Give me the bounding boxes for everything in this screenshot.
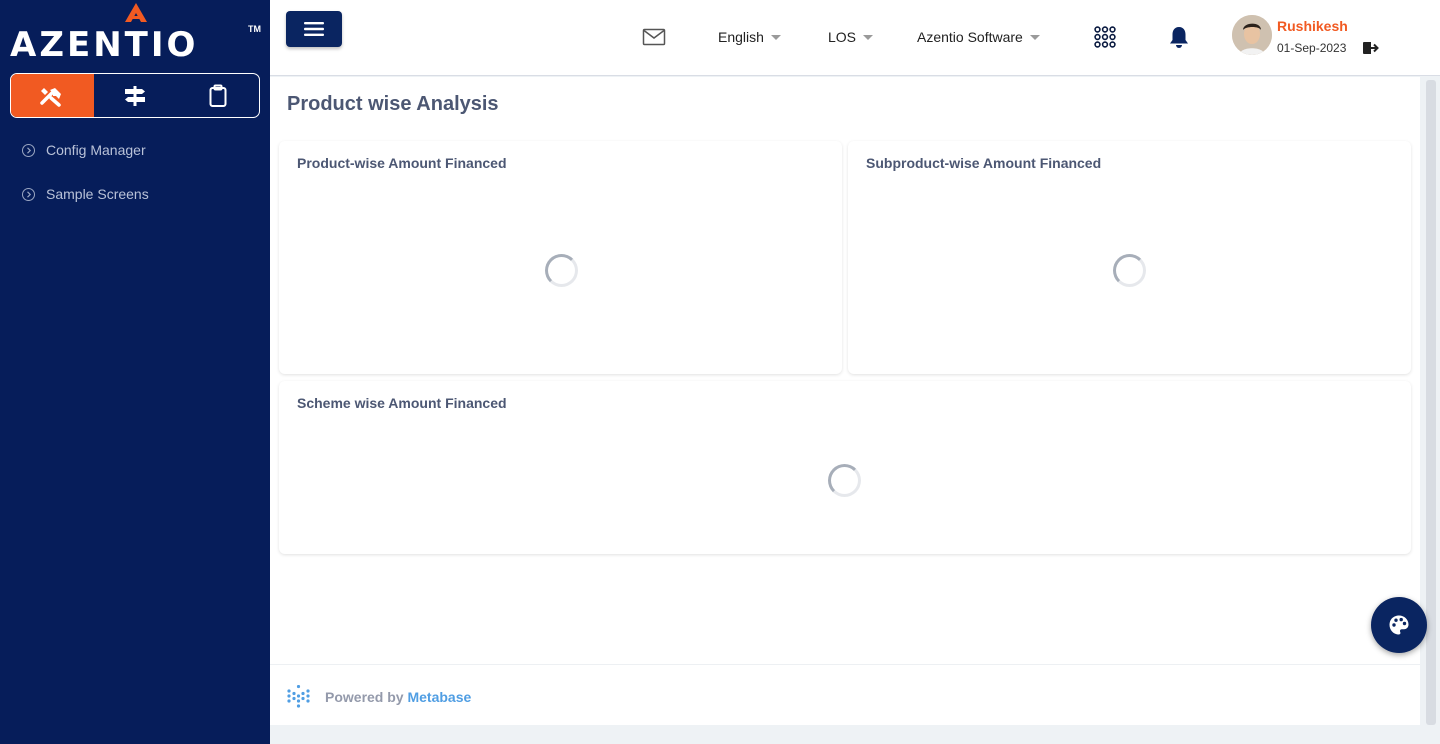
company-dropdown[interactable]: Azentio Software [917, 27, 1040, 47]
loading-spinner [828, 464, 861, 497]
bottom-strip [270, 725, 1440, 744]
loading-spinner [1113, 254, 1146, 287]
sidebar-menu: Config Manager Sample Screens [0, 128, 270, 216]
apps-button[interactable] [1094, 26, 1116, 53]
language-dropdown[interactable]: English [718, 27, 781, 47]
card-product-wise: Product-wise Amount Financed [279, 141, 842, 374]
business-date: 01-Sep-2023 [1277, 41, 1347, 55]
company-label: Azentio Software [917, 29, 1023, 45]
caret-down-icon [863, 34, 874, 40]
logout-button[interactable] [1362, 41, 1379, 60]
notifications-button[interactable] [1168, 25, 1190, 54]
logo-text: AZENTIO [10, 25, 199, 65]
theme-palette-button[interactable] [1371, 597, 1427, 653]
sidebar-item-label: Sample Screens [46, 186, 149, 202]
sidebar-item-label: Config Manager [46, 142, 146, 158]
palette-icon [1389, 615, 1409, 635]
card-title: Subproduct-wise Amount Financed [866, 155, 1102, 171]
sidebar-item-sample-screens[interactable]: Sample Screens [0, 172, 270, 216]
tools-icon [40, 87, 62, 107]
logout-icon [1363, 42, 1379, 54]
card-title: Scheme wise Amount Financed [297, 395, 507, 411]
card-scheme-wise: Scheme wise Amount Financed [279, 381, 1411, 554]
logo-trademark: TM [248, 24, 261, 34]
sidebar: AZENTIO TM Config Manager Sample Screens [0, 0, 270, 744]
language-label: English [718, 29, 764, 45]
user-photo [1232, 15, 1272, 55]
user-name[interactable]: Rushikesh [1277, 18, 1348, 34]
bell-icon [1170, 27, 1188, 48]
top-header: English LOS Azentio Software Rushikesh 0… [270, 0, 1440, 76]
chevron-right-circle-icon [22, 187, 35, 201]
sidebar-item-config-manager[interactable]: Config Manager [0, 128, 270, 172]
card-title: Product-wise Amount Financed [297, 155, 507, 171]
tab-signpost[interactable] [94, 74, 177, 117]
mail-icon [642, 28, 666, 46]
powered-by-text: Powered by Metabase [325, 689, 471, 705]
card-subproduct-wise: Subproduct-wise Amount Financed [848, 141, 1411, 374]
tab-clipboard[interactable] [176, 74, 259, 117]
module-dropdown[interactable]: LOS [828, 27, 874, 47]
dashboard-content: Product wise Analysis Product-wise Amoun… [270, 77, 1420, 725]
powered-by-label: Powered by [325, 689, 404, 705]
tab-tools[interactable] [11, 74, 94, 117]
menu-toggle-button[interactable] [286, 11, 342, 47]
mode-tabs [10, 73, 260, 118]
apps-grid-icon [1094, 26, 1116, 48]
hamburger-icon [304, 22, 324, 36]
caret-down-icon [1029, 34, 1040, 40]
page-title: Product wise Analysis [287, 93, 499, 115]
loading-spinner [545, 254, 578, 287]
caret-down-icon [770, 34, 781, 40]
module-label: LOS [828, 29, 857, 45]
metabase-link[interactable]: Metabase [407, 689, 471, 705]
azentio-logo-mark [125, 3, 147, 22]
signpost-icon [125, 85, 145, 106]
chevron-right-circle-icon [22, 143, 35, 157]
clipboard-icon [209, 84, 227, 107]
mail-button[interactable] [642, 27, 666, 52]
scrollbar-thumb[interactable] [1426, 80, 1436, 725]
avatar[interactable] [1232, 15, 1272, 55]
embed-footer: Powered by Metabase [270, 664, 1420, 725]
azentio-logo: AZENTIO TM [10, 2, 262, 66]
metabase-logo-icon [287, 685, 310, 708]
